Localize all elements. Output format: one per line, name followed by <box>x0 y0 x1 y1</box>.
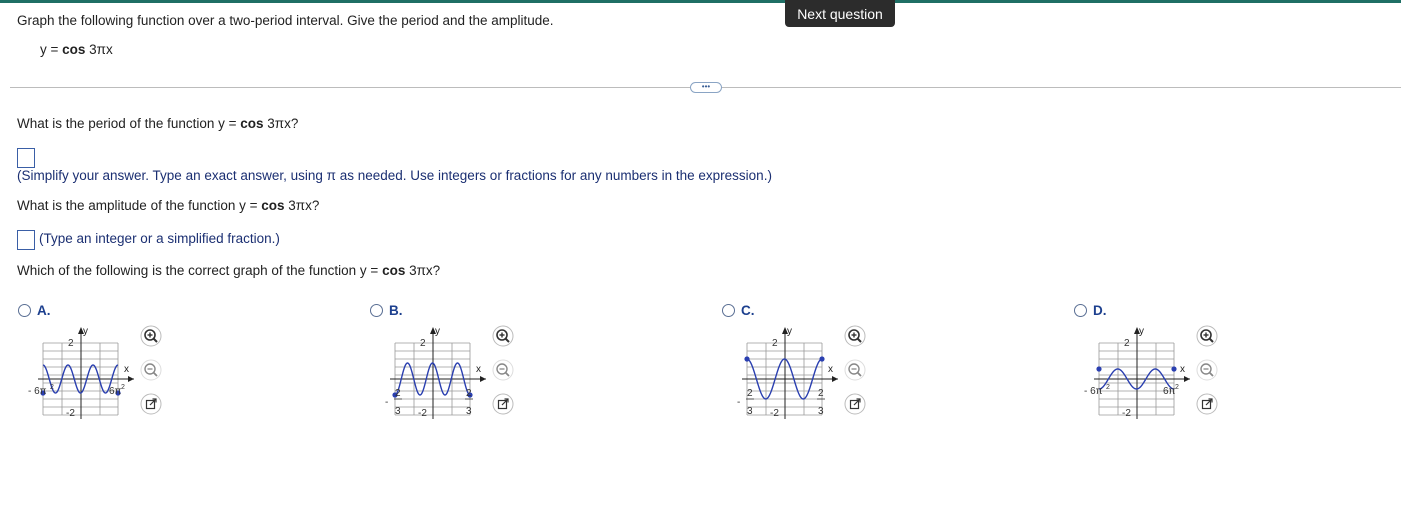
option-b-x-label: x <box>476 364 481 375</box>
option-d-popout-icon[interactable] <box>1196 393 1218 415</box>
option-d-radio[interactable] <box>1074 304 1087 317</box>
option-b-y-label: y <box>435 326 440 337</box>
graph-question-post: 3πx? <box>405 263 441 278</box>
option-b-popout-icon[interactable] <box>492 393 514 415</box>
option-c-x-label: x <box>828 364 833 375</box>
option-b-radio[interactable] <box>370 304 383 317</box>
graph-question-pre: Which of the following is the correct gr… <box>17 263 383 278</box>
period-question: What is the period of the function y = c… <box>17 116 298 131</box>
option-a-ymin-label: -2 <box>66 408 75 419</box>
question-function: y = cos 3πx <box>40 42 113 57</box>
option-d-xmax-label: 6π <box>1163 386 1176 397</box>
amplitude-answer-input[interactable] <box>17 230 35 250</box>
option-c-radio[interactable] <box>722 304 735 317</box>
graph-question: Which of the following is the correct gr… <box>17 263 440 278</box>
period-answer-input[interactable] <box>17 148 35 168</box>
option-c-ymin-label: -2 <box>770 408 779 419</box>
option-a-xmin-sup: 2 <box>50 384 54 391</box>
next-question-button[interactable]: Next question <box>785 0 895 27</box>
option-c-xmax-den: 3 <box>818 406 824 417</box>
option-c-left-endpoint <box>744 356 750 362</box>
option-a-y-label: y <box>83 326 88 337</box>
function-lhs: y = <box>40 42 63 57</box>
option-a-xmax-label: 6π <box>109 386 122 397</box>
option-b-xmin-num: 2 <box>395 388 401 399</box>
option-c-xmin-num: 2 <box>747 388 753 399</box>
period-hint: (Simplify your answer. Type an exact ans… <box>17 168 772 183</box>
amplitude-hint: (Type an integer or a simplified fractio… <box>39 231 280 246</box>
option-d-xmin-label: - 6π <box>1084 386 1103 397</box>
option-c-graph: y x 2 -2 - 2 3 2 3 <box>737 326 838 419</box>
period-question-pre: What is the period of the function y = <box>17 116 241 131</box>
amplitude-question: What is the amplitude of the function y … <box>17 198 319 213</box>
option-a-letter[interactable]: A. <box>37 303 51 318</box>
option-a-xmax-sup: 2 <box>121 384 125 391</box>
option-d-zoom-in-icon[interactable] <box>1196 325 1218 347</box>
option-d-ymin-label: -2 <box>1122 408 1131 419</box>
option-a-xmin-label: - 6π <box>28 386 47 397</box>
option-c-zoom-in-icon[interactable] <box>844 325 866 347</box>
svg-text:-: - <box>385 397 388 408</box>
option-d-y-label: y <box>1139 326 1144 337</box>
function-cos: cos <box>62 42 86 57</box>
option-d-right-endpoint <box>1171 366 1177 372</box>
option-b-graph: y x 2 -2 - 2 3 2 3 <box>385 326 486 419</box>
option-b-xmin-den: 3 <box>395 406 401 417</box>
option-c-xmin-den: 3 <box>747 406 753 417</box>
option-c-xmax-num: 2 <box>818 388 824 399</box>
question-instruction: Graph the following function over a two-… <box>17 13 554 28</box>
top-accent-bar <box>0 0 1401 3</box>
option-b-ymin-label: -2 <box>418 408 427 419</box>
option-c-ymax-label: 2 <box>772 338 778 349</box>
option-a-x-label: x <box>124 364 129 375</box>
graph-question-cos: cos <box>382 263 406 278</box>
option-a-ymax-label: 2 <box>68 338 74 349</box>
option-b-letter[interactable]: B. <box>389 303 403 318</box>
option-c-y-label: y <box>787 326 792 337</box>
option-a-zoom-in-icon[interactable] <box>140 325 162 347</box>
option-b-ymax-label: 2 <box>420 338 426 349</box>
option-b-zoom-out-icon[interactable] <box>492 359 514 381</box>
period-question-post: 3πx? <box>263 116 299 131</box>
option-d-x-label: x <box>1180 364 1185 375</box>
svg-text:-: - <box>737 397 740 408</box>
amplitude-question-post: 3πx? <box>284 198 320 213</box>
amplitude-question-cos: cos <box>261 198 285 213</box>
option-d-left-endpoint <box>1096 366 1102 372</box>
option-d-ymax-label: 2 <box>1124 338 1130 349</box>
function-arg: 3πx <box>85 42 113 57</box>
option-c-zoom-out-icon[interactable] <box>844 359 866 381</box>
option-d-letter[interactable]: D. <box>1093 303 1107 318</box>
option-b-xmax-num: 2 <box>466 388 472 399</box>
option-a-radio[interactable] <box>18 304 31 317</box>
option-b-zoom-in-icon[interactable] <box>492 325 514 347</box>
option-a-zoom-out-icon[interactable] <box>140 359 162 381</box>
option-d-xmin-sup: 2 <box>1106 384 1110 391</box>
option-a-graph: y x 2 -2 - 6π 2 6π 2 <box>28 326 134 419</box>
option-d-xmax-sup: 2 <box>1175 384 1179 391</box>
option-c-right-endpoint <box>819 356 825 362</box>
option-d-zoom-out-icon[interactable] <box>1196 359 1218 381</box>
option-d-graph: y x 2 -2 - 6π 2 6π 2 <box>1084 326 1190 419</box>
option-a-popout-icon[interactable] <box>140 393 162 415</box>
option-c-popout-icon[interactable] <box>844 393 866 415</box>
option-c-letter[interactable]: C. <box>741 303 755 318</box>
expand-toggle[interactable]: ••• <box>690 82 722 93</box>
period-question-cos: cos <box>240 116 264 131</box>
amplitude-question-pre: What is the amplitude of the function y … <box>17 198 262 213</box>
option-b-xmax-den: 3 <box>466 406 472 417</box>
